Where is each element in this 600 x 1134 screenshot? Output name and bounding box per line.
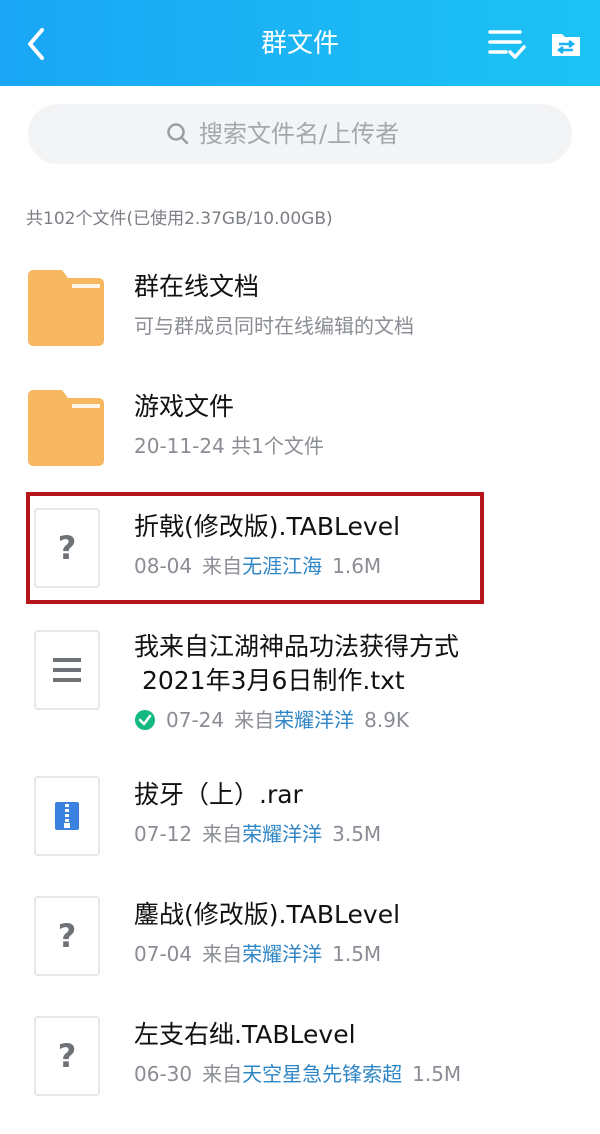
item-date: 08-04 (134, 554, 193, 578)
uploader-link[interactable]: 荣耀洋洋 (274, 706, 354, 734)
item-meta: 20-11-24 共1个文件 (134, 434, 324, 458)
list-item-folder[interactable]: 群在线文档 可与群成员同时在线编辑的文档 (0, 266, 600, 350)
sort-list-icon (488, 30, 526, 59)
item-from: 来自 (202, 554, 243, 578)
uploader-link[interactable]: 荣耀洋洋 (242, 820, 322, 848)
item-name: 拔牙（上）.rar (134, 780, 303, 809)
zip-icon (55, 802, 79, 830)
item-size: 1.6M (332, 554, 382, 578)
item-meta: 可与群成员同时在线编辑的文档 (134, 314, 414, 338)
unknown-file-icon: ? (34, 508, 100, 588)
search-bar[interactable] (28, 104, 572, 164)
item-from: 来自 (202, 1062, 243, 1086)
uploader-link[interactable]: 天空星急先锋索超 (242, 1060, 402, 1088)
item-from: 来自 (202, 942, 243, 966)
item-meta: 07-04 来自 荣耀洋洋 1.5M (134, 940, 580, 968)
folder-icon (28, 270, 104, 346)
item-date: 06-30 (134, 1062, 193, 1086)
item-name: 鏖战(修改版).TABLevel (134, 900, 401, 929)
uploader-link[interactable]: 荣耀洋洋 (242, 940, 322, 968)
item-date: 07-24 (166, 708, 225, 732)
item-size: 8.9K (364, 708, 410, 732)
file-transfer-button[interactable] (548, 26, 584, 62)
item-size: 3.5M (332, 822, 382, 846)
item-meta: 06-30 来自 天空星急先锋索超 1.5M (134, 1060, 580, 1088)
item-date: 07-04 (134, 942, 193, 966)
unknown-file-icon: ? (34, 896, 100, 976)
item-date: 07-12 (134, 822, 193, 846)
search-input[interactable] (199, 120, 435, 148)
uploader-link[interactable]: 无涯江海 (242, 552, 322, 580)
list-item-file[interactable]: 拔牙（上）.rar 07-12 来自 荣耀洋洋 3.5M (0, 774, 600, 864)
item-meta: 08-04 来自 无涯江海 1.6M (134, 552, 580, 580)
storage-summary: 共102个文件(已使用2.37GB/10.00GB) (26, 209, 333, 229)
item-name: 游戏文件 (134, 392, 235, 421)
item-size: 1.5M (412, 1062, 462, 1086)
list-item-file[interactable]: 我来自江湖神品功法获得方式 2021年3月6日制作.txt 07-24 来自 荣… (0, 628, 600, 738)
downloaded-check-icon (135, 710, 155, 730)
sort-button[interactable] (486, 24, 528, 64)
text-file-icon (34, 630, 100, 710)
item-meta: 07-24 来自 荣耀洋洋 8.9K (134, 706, 580, 734)
list-item-file[interactable]: ? 鏖战(修改版).TABLevel 07-04 来自 荣耀洋洋 1.5M (0, 894, 600, 984)
item-meta: 07-12 来自 荣耀洋洋 3.5M (134, 820, 580, 848)
item-from: 来自 (202, 822, 243, 846)
list-item-folder[interactable]: 游戏文件 20-11-24 共1个文件 (0, 386, 600, 470)
item-from: 来自 (234, 708, 275, 732)
file-transfer-icon (552, 34, 580, 56)
search-icon (167, 123, 189, 145)
item-name: 群在线文档 (134, 272, 260, 301)
list-item-file[interactable]: ? 折戟(修改版).TABLevel 08-04 来自 无涯江海 1.6M (0, 506, 600, 596)
list-item-file[interactable]: ? 左支右绌.TABLevel 06-30 来自 天空星急先锋索超 1.5M (0, 1014, 600, 1104)
title-bar: 群文件 (0, 0, 600, 86)
unknown-file-icon: ? (34, 1016, 100, 1096)
item-name-line1: 我来自江湖神品功法获得方式 (134, 632, 460, 661)
archive-file-icon (34, 776, 100, 856)
item-size: 1.5M (332, 942, 382, 966)
item-name: 左支右绌.TABLevel (134, 1020, 356, 1049)
text-lines-icon (53, 658, 81, 682)
item-name: 折戟(修改版).TABLevel (134, 512, 401, 541)
item-name-line2: 2021年3月6日制作.txt (134, 666, 405, 695)
folder-icon (28, 390, 104, 466)
